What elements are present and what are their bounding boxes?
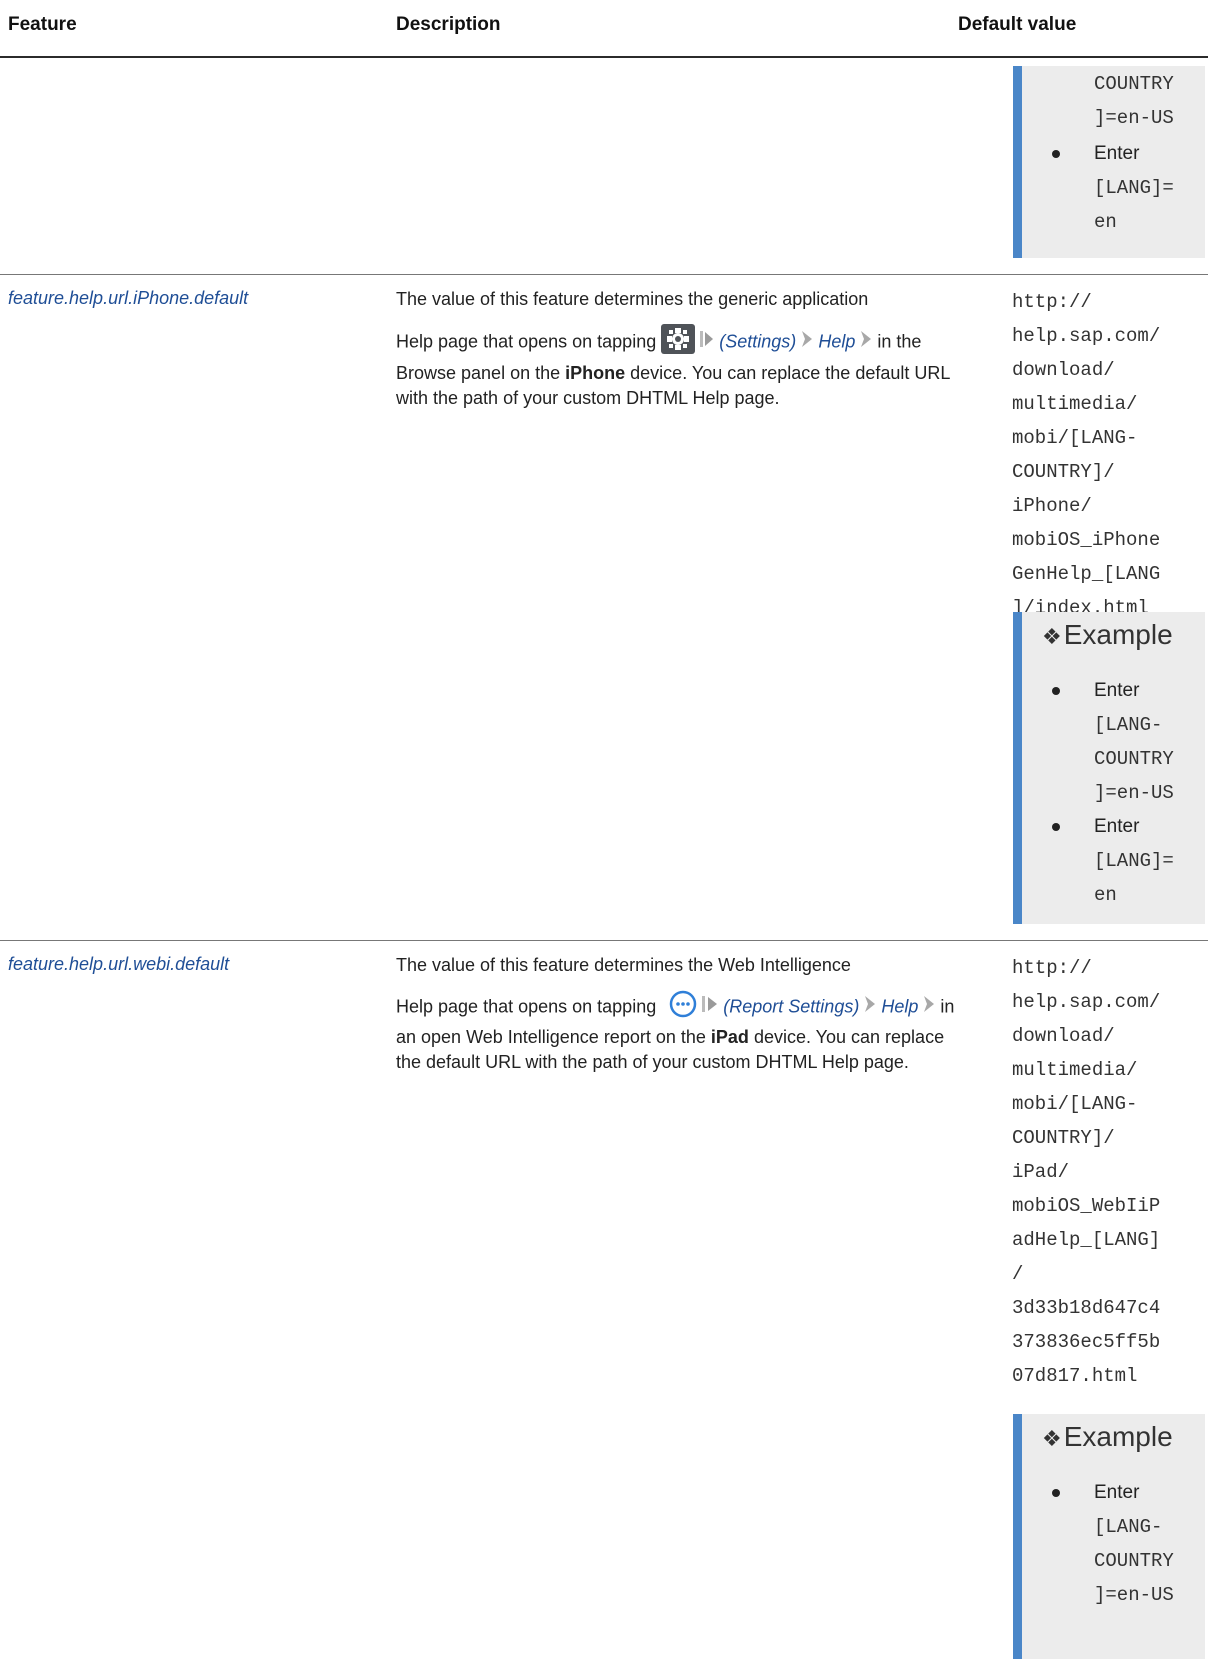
example-line: [LANG-: [1094, 1516, 1163, 1538]
default-value-line: COUNTRY]/: [1012, 1127, 1115, 1149]
default-value-line: multimedia/: [1012, 1059, 1138, 1081]
default-value-line: download/: [1012, 359, 1115, 381]
default-value-line: /: [1012, 1263, 1024, 1285]
feature-description: The value of this feature determines the…: [396, 953, 961, 1075]
header-default-value: Default value: [958, 14, 1077, 35]
example-enter-label: Enter: [1094, 1482, 1140, 1503]
default-value-line: iPhone/: [1012, 495, 1092, 517]
feature-description: The value of this feature determines the…: [396, 287, 961, 411]
example-line: COUNTRY: [1094, 748, 1174, 770]
bullet-icon: [1052, 1489, 1060, 1497]
chevron-right-icon: [860, 330, 872, 355]
default-value-line: GenHelp_[LANG: [1012, 563, 1161, 585]
description-lead: The value of this feature determines the…: [396, 289, 869, 309]
chevron-right-icon: [864, 995, 876, 1020]
device-name: iPhone: [565, 363, 626, 383]
default-value: http:// help.sap.com/ download/ multimed…: [1012, 285, 1160, 625]
description-tap-text: Help page that opens on tapping: [396, 996, 657, 1017]
row-divider: [0, 940, 1208, 941]
description-body: Help page that opens on tapping (Setting…: [396, 324, 961, 411]
example-enter-label: Enter: [1094, 816, 1140, 837]
default-value-line: multimedia/: [1012, 393, 1138, 415]
help-link[interactable]: Help: [818, 331, 855, 351]
example-title: ❖Example: [1042, 619, 1173, 650]
default-value-line: adHelp_[LANG]: [1012, 1229, 1161, 1251]
help-link[interactable]: Help: [881, 996, 918, 1016]
default-value-line: help.sap.com/: [1012, 325, 1161, 347]
example-line: [LANG]=: [1094, 177, 1174, 199]
default-value-line: http://: [1012, 291, 1092, 313]
device-name: iPad: [710, 1027, 749, 1047]
default-value-line: iPad/: [1012, 1161, 1070, 1183]
example-line: en: [1094, 211, 1117, 233]
feature-name: feature.help.url.iPhone.default: [8, 288, 249, 308]
gear-icon: [661, 324, 696, 361]
example-line: COUNTRY: [1094, 1550, 1174, 1572]
example-box-continued: COUNTRY ]=en-US Enter [LANG]= en: [1013, 66, 1205, 258]
example-enter-label: Enter: [1094, 143, 1140, 164]
document-page: Feature Description Default value COUNTR…: [0, 0, 1208, 1659]
menu-arrow-icon: [702, 994, 718, 1021]
description-lead: The value of this feature determines the…: [396, 955, 851, 975]
default-value: http:// help.sap.com/ download/ multimed…: [1012, 951, 1160, 1393]
default-value-line: 3d33b18d647c4: [1012, 1297, 1161, 1319]
report-settings-link[interactable]: (Report Settings): [723, 996, 859, 1016]
default-value-line: COUNTRY]/: [1012, 461, 1115, 483]
bullet-icon: [1052, 823, 1060, 831]
default-value-line: help.sap.com/: [1012, 991, 1161, 1013]
default-value-line: 07d817.html: [1012, 1365, 1138, 1387]
description-body: Help page that opens on tapping (Report …: [396, 990, 961, 1075]
example-line: [LANG]=: [1094, 850, 1174, 872]
bullet-icon: [1052, 687, 1060, 695]
example-icon: ❖: [1042, 1426, 1062, 1451]
menu-arrow-icon: [700, 329, 714, 356]
chevron-right-icon: [801, 330, 813, 355]
chevron-right-icon: [923, 995, 935, 1020]
example-enter-label: Enter: [1094, 680, 1140, 701]
default-value-line: mobi/[LANG-: [1012, 1093, 1138, 1115]
header-rule: [0, 56, 1208, 58]
example-line: ]=en-US: [1094, 1584, 1174, 1606]
header-feature: Feature: [8, 14, 77, 35]
description-tap-text: Help page that opens on tapping: [396, 331, 657, 352]
example-icon: ❖: [1042, 624, 1062, 649]
header-description: Description: [396, 14, 501, 35]
example-title: ❖Example: [1042, 1421, 1173, 1452]
default-value-line: 373836ec5ff5b: [1012, 1331, 1161, 1353]
default-value-line: mobiOS_iPhone: [1012, 529, 1161, 551]
example-line: ]=en-US: [1094, 107, 1174, 129]
default-value-line: http://: [1012, 957, 1092, 979]
more-icon: [669, 990, 697, 1025]
example-line: en: [1094, 884, 1117, 906]
example-box: ❖Example Enter [LANG- COUNTRY ]=en-US En…: [1013, 612, 1205, 924]
default-value-line: mobi/[LANG-: [1012, 427, 1138, 449]
example-line: ]=en-US: [1094, 782, 1174, 804]
default-value-line: download/: [1012, 1025, 1115, 1047]
default-value-line: mobiOS_WebIiP: [1012, 1195, 1161, 1217]
bullet-icon: [1052, 150, 1060, 158]
row-divider: [0, 274, 1208, 275]
example-line: [LANG-: [1094, 714, 1163, 736]
settings-link[interactable]: (Settings): [719, 331, 796, 351]
example-line: COUNTRY: [1094, 73, 1174, 95]
feature-name: feature.help.url.webi.default: [8, 954, 230, 974]
example-box: ❖Example Enter [LANG- COUNTRY ]=en-US: [1013, 1414, 1205, 1659]
